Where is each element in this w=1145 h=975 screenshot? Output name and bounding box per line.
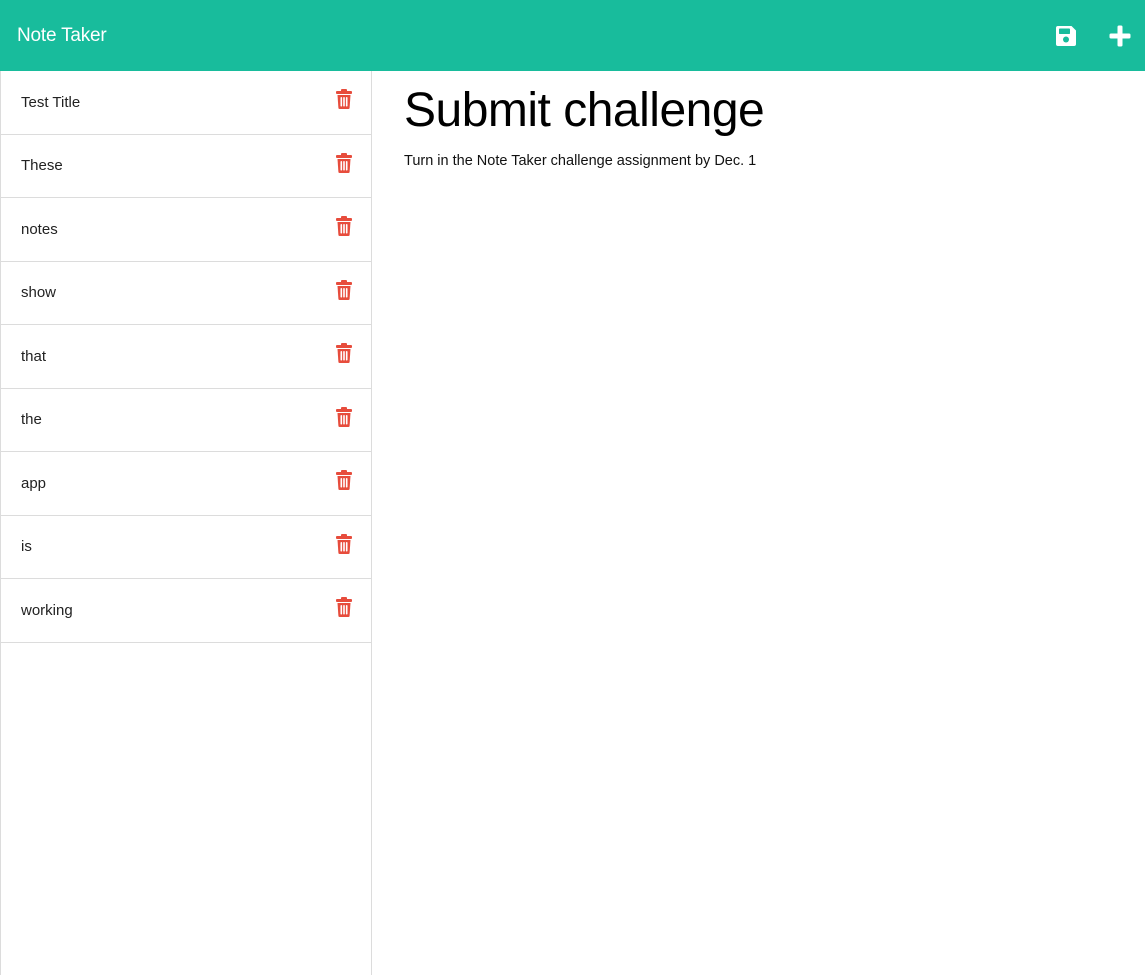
- note-list-item-title: Test Title: [21, 93, 81, 111]
- note-list: Test Title These notes show that the app: [1, 71, 371, 643]
- trash-icon[interactable]: [335, 597, 353, 617]
- trash-icon[interactable]: [335, 470, 353, 490]
- new-note-button[interactable]: [1107, 23, 1133, 49]
- top-navbar: Note Taker: [0, 0, 1145, 71]
- note-list-item[interactable]: show: [1, 262, 371, 325]
- trash-icon[interactable]: [335, 279, 353, 300]
- note-list-item-title: that: [21, 347, 47, 365]
- note-list-item-title: show: [21, 284, 57, 302]
- trash-icon[interactable]: [335, 406, 353, 427]
- trash-icon[interactable]: [335, 152, 353, 173]
- note-list-item-title: app: [21, 474, 47, 492]
- note-editor: Submit challenge Turn in the Note Taker …: [372, 71, 1145, 975]
- trash-icon[interactable]: [335, 216, 353, 236]
- note-list-item[interactable]: Test Title: [1, 71, 371, 135]
- note-title-field[interactable]: Submit challenge: [404, 83, 1145, 139]
- note-list-item[interactable]: These: [1, 135, 371, 198]
- navbar-actions: [1053, 0, 1145, 71]
- note-list-item[interactable]: app: [1, 452, 371, 516]
- save-note-button[interactable]: [1053, 23, 1079, 49]
- trash-icon[interactable]: [335, 343, 353, 363]
- note-list-item-title: working: [21, 601, 73, 619]
- floppy-disk-icon: [1056, 25, 1076, 46]
- note-list-item[interactable]: notes: [1, 198, 371, 262]
- note-text-field[interactable]: Turn in the Note Taker challenge assignm…: [404, 153, 1145, 169]
- note-list-item-title: is: [21, 538, 32, 556]
- notes-sidebar: Test Title These notes show that the app: [0, 71, 372, 975]
- note-list-item-title: These: [21, 157, 63, 175]
- note-list-item-title: the: [21, 411, 42, 429]
- plus-icon: [1109, 25, 1131, 46]
- note-list-item-title: notes: [21, 220, 58, 238]
- trash-icon[interactable]: [335, 89, 353, 109]
- note-list-item[interactable]: is: [1, 516, 371, 579]
- note-list-item[interactable]: the: [1, 389, 371, 452]
- note-list-item[interactable]: that: [1, 325, 371, 389]
- note-list-item[interactable]: working: [1, 579, 371, 643]
- app-brand[interactable]: Note Taker: [17, 25, 107, 47]
- trash-icon[interactable]: [335, 533, 353, 554]
